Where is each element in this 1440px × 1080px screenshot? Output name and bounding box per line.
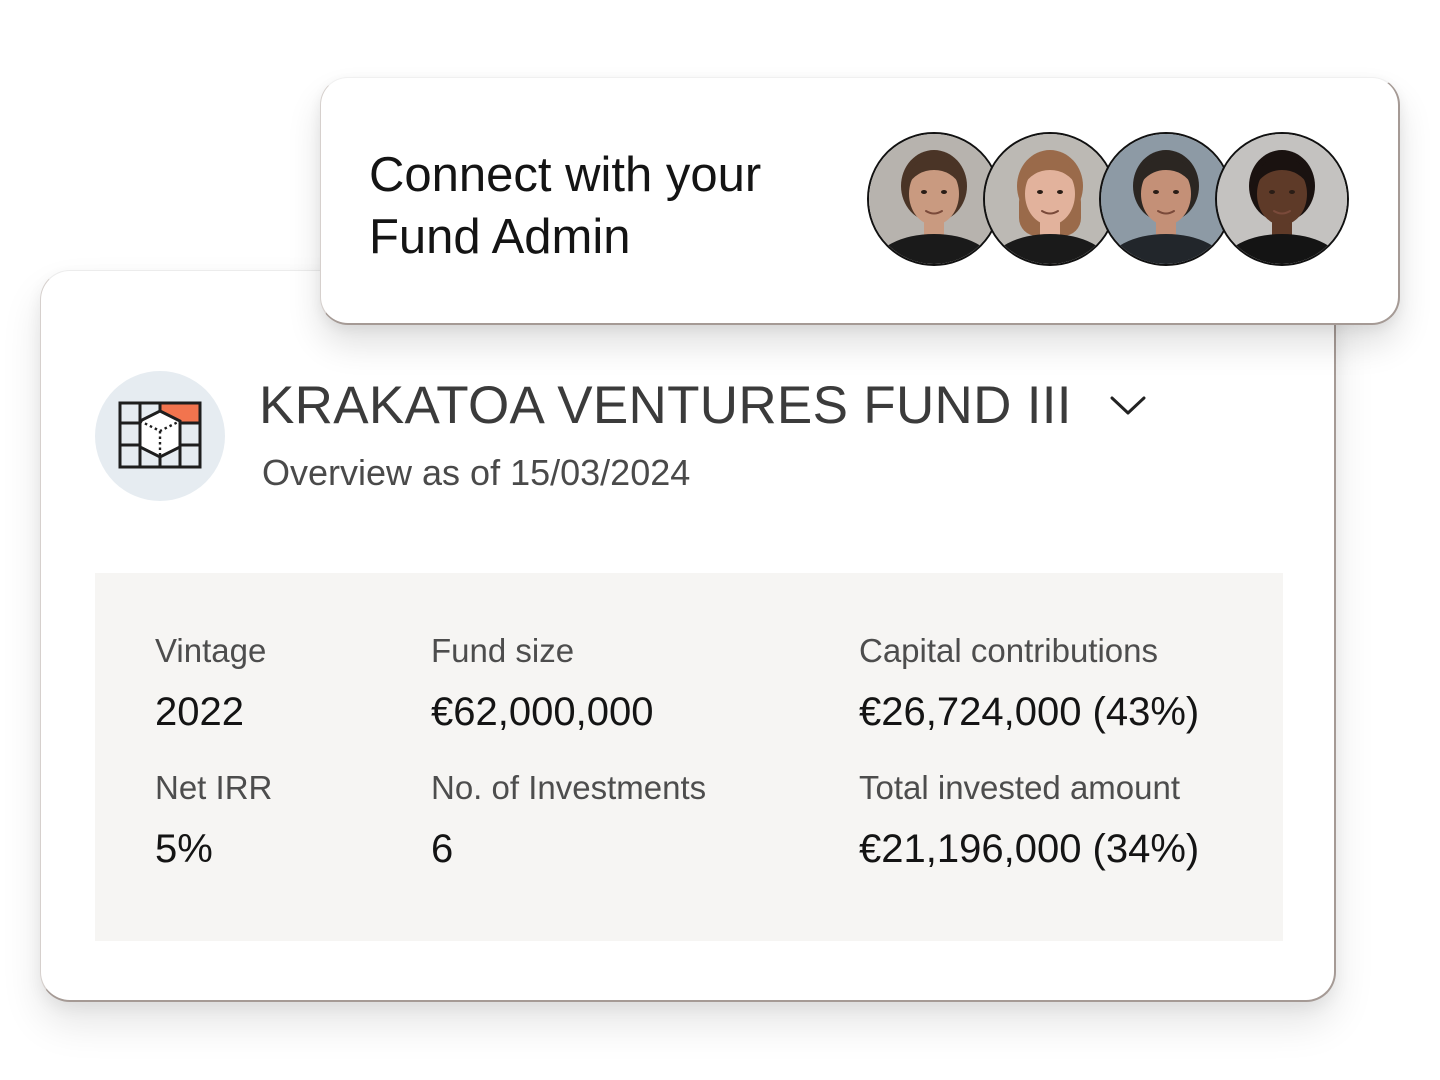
person-photo-icon [1101, 134, 1231, 264]
stat-label: Vintage [155, 632, 267, 669]
chevron-down-icon[interactable] [1106, 384, 1150, 428]
stat-no-of-investments: No. of Investments 6 [431, 768, 706, 873]
connect-heading-line1: Connect with your [369, 148, 762, 202]
connect-heading-line2: Fund Admin [369, 210, 631, 264]
stat-vintage: Vintage 2022 [155, 631, 266, 736]
stat-label: Fund size [431, 632, 575, 669]
stat-fund-size: Fund size €62,000,000 [431, 631, 653, 736]
stat-net-irr: Net IRR 5% [155, 768, 272, 873]
stat-label: Capital contributions [859, 632, 1158, 669]
avatar-admin-2[interactable] [983, 132, 1117, 266]
fund-selector[interactable]: KRAKATOA VENTURES FUND III [259, 375, 1150, 436]
stat-total-invested: Total invested amount €21,196,000 (34%) [859, 768, 1199, 873]
stat-value: €26,724,000 (43%) [859, 690, 1200, 734]
fund-cube-icon [118, 401, 202, 469]
overview-date: Overview as of 15/03/2024 [262, 452, 691, 493]
stat-label: Total invested amount [859, 769, 1181, 806]
stat-label: Net IRR [155, 769, 273, 806]
fund-overview-card: KRAKATOA VENTURES FUND III Overview as o… [40, 270, 1336, 1002]
person-photo-icon [985, 134, 1115, 264]
avatar-admin-3[interactable] [1099, 132, 1233, 266]
fund-logo [95, 371, 225, 501]
avatar-admin-1[interactable] [867, 132, 1001, 266]
stat-value: €62,000,000 [431, 690, 654, 734]
stat-value: 6 [431, 827, 454, 871]
stat-value: 5% [155, 827, 213, 871]
stat-value: 2022 [155, 690, 244, 734]
stat-capital-contributions: Capital contributions €26,724,000 (43%) [859, 631, 1199, 736]
stat-label: No. of Investments [431, 769, 707, 806]
stat-value: €21,196,000 (34%) [859, 827, 1200, 871]
person-photo-icon [1217, 134, 1347, 264]
fund-stats-panel: Vintage 2022 Fund size €62,000,000 Capit… [95, 573, 1283, 941]
connect-heading: Connect with your Fund Admin [369, 144, 761, 268]
connect-fund-admin-card[interactable]: Connect with your Fund Admin [320, 77, 1400, 325]
admin-avatar-group [867, 132, 1357, 272]
avatar-admin-4[interactable] [1215, 132, 1349, 266]
person-photo-icon [869, 134, 999, 264]
fund-title[interactable]: KRAKATOA VENTURES FUND III [259, 375, 1072, 436]
